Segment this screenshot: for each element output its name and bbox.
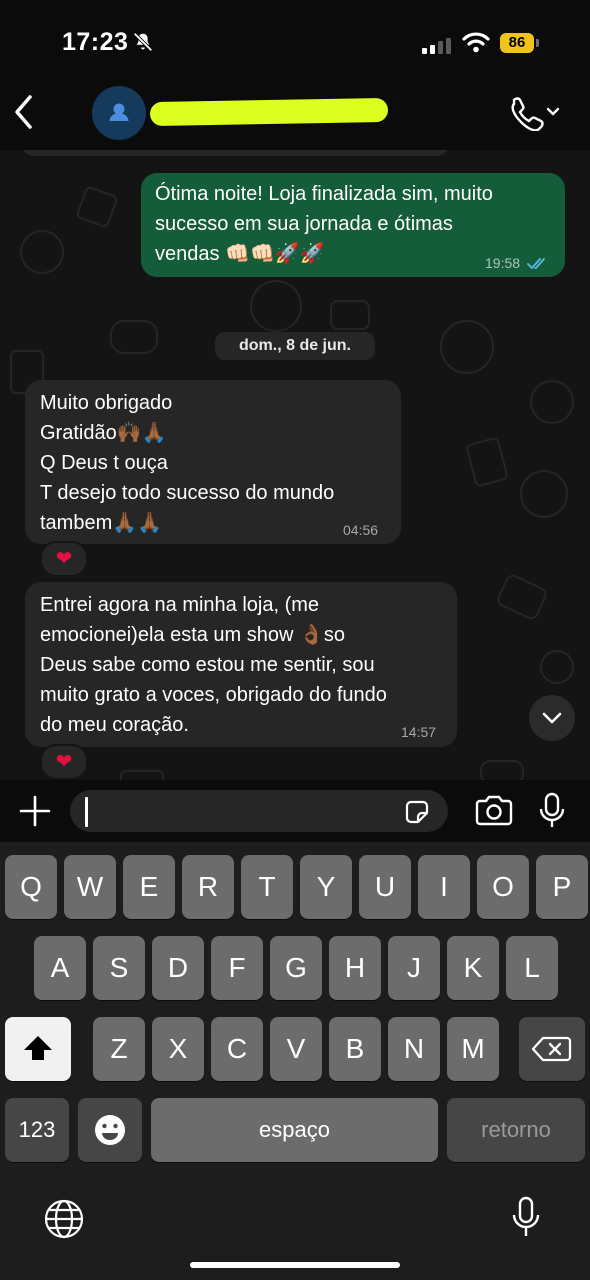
shift-arrow-icon — [24, 1036, 52, 1060]
camera-icon[interactable] — [474, 795, 514, 827]
battery-tip — [536, 39, 539, 47]
reaction-heart[interactable]: ❤ — [40, 541, 88, 577]
text-cursor — [85, 797, 88, 827]
message-time: 19:58 — [485, 255, 521, 271]
key-t[interactable]: T — [241, 855, 293, 919]
date-separator: dom., 8 de jun. — [215, 332, 375, 360]
backspace-icon — [531, 1036, 572, 1062]
message-text: Entrei agora na minha loja, (me emocione… — [40, 594, 387, 736]
key-a[interactable]: A — [34, 936, 86, 1000]
key-c[interactable]: C — [211, 1017, 263, 1081]
key-b[interactable]: B — [329, 1017, 381, 1081]
cellular-signal-icon — [422, 36, 454, 54]
status-time: 17:23 — [62, 28, 129, 56]
contact-avatar[interactable] — [92, 86, 146, 140]
key-f[interactable]: F — [211, 936, 263, 1000]
key-u[interactable]: U — [359, 855, 411, 919]
key-v[interactable]: V — [270, 1017, 322, 1081]
key-q[interactable]: Q — [5, 855, 57, 919]
key-h[interactable]: H — [329, 936, 381, 1000]
space-key[interactable]: espaço — [151, 1098, 438, 1162]
key-g[interactable]: G — [270, 936, 322, 1000]
key-x[interactable]: X — [152, 1017, 204, 1081]
message-text: Muito obrigado Gratidão🙌🏾🙏🏾 Q Deus t ouç… — [40, 392, 335, 534]
silent-bell-icon — [133, 32, 153, 52]
wifi-icon — [462, 32, 490, 53]
chat-area: Ótima noite! Loja finalizada sim, muito … — [0, 150, 590, 780]
chevron-down-icon — [542, 712, 562, 724]
key-m[interactable]: M — [447, 1017, 499, 1081]
globe-icon[interactable] — [43, 1198, 85, 1240]
scroll-to-bottom-button[interactable] — [529, 695, 575, 741]
key-d[interactable]: D — [152, 936, 204, 1000]
key-r[interactable]: R — [182, 855, 234, 919]
dictation-microphone-icon[interactable] — [511, 1196, 541, 1240]
backspace-key[interactable] — [519, 1017, 585, 1081]
read-ticks-icon — [527, 258, 545, 270]
key-z[interactable]: Z — [93, 1017, 145, 1081]
incoming-message[interactable]: Muito obrigado Gratidão🙌🏾🙏🏾 Q Deus t ouç… — [25, 380, 401, 544]
back-chevron-icon[interactable] — [12, 94, 34, 130]
microphone-icon[interactable] — [538, 792, 566, 830]
home-indicator — [190, 1262, 400, 1268]
key-i[interactable]: I — [418, 855, 470, 919]
message-time: 04:56 — [343, 522, 379, 538]
key-w[interactable]: W — [64, 855, 116, 919]
key-j[interactable]: J — [388, 936, 440, 1000]
key-y[interactable]: Y — [300, 855, 352, 919]
return-key[interactable]: retorno — [447, 1098, 585, 1162]
previous-message-bubble[interactable] — [20, 150, 450, 156]
key-k[interactable]: K — [447, 936, 499, 1000]
sticker-icon[interactable] — [402, 797, 432, 827]
message-time: 14:57 — [401, 724, 437, 740]
emoji-key[interactable] — [78, 1098, 142, 1162]
reaction-heart[interactable]: ❤ — [40, 744, 88, 780]
key-p[interactable]: P — [536, 855, 588, 919]
key-e[interactable]: E — [123, 855, 175, 919]
call-menu-icon[interactable] — [508, 95, 564, 131]
emoji-icon — [95, 1115, 125, 1145]
shift-key[interactable] — [5, 1017, 71, 1081]
key-l[interactable]: L — [506, 936, 558, 1000]
key-n[interactable]: N — [388, 1017, 440, 1081]
outgoing-message[interactable]: Ótima noite! Loja finalizada sim, muito … — [141, 173, 565, 277]
contact-name-redacted[interactable] — [149, 97, 389, 127]
person-icon — [109, 103, 129, 121]
key-s[interactable]: S — [93, 936, 145, 1000]
plus-icon[interactable] — [18, 794, 52, 828]
message-input[interactable] — [70, 790, 448, 832]
battery-indicator: 86 — [500, 33, 534, 53]
numbers-key[interactable]: 123 — [5, 1098, 69, 1162]
incoming-message[interactable]: Entrei agora na minha loja, (me emocione… — [25, 582, 457, 747]
key-o[interactable]: O — [477, 855, 529, 919]
